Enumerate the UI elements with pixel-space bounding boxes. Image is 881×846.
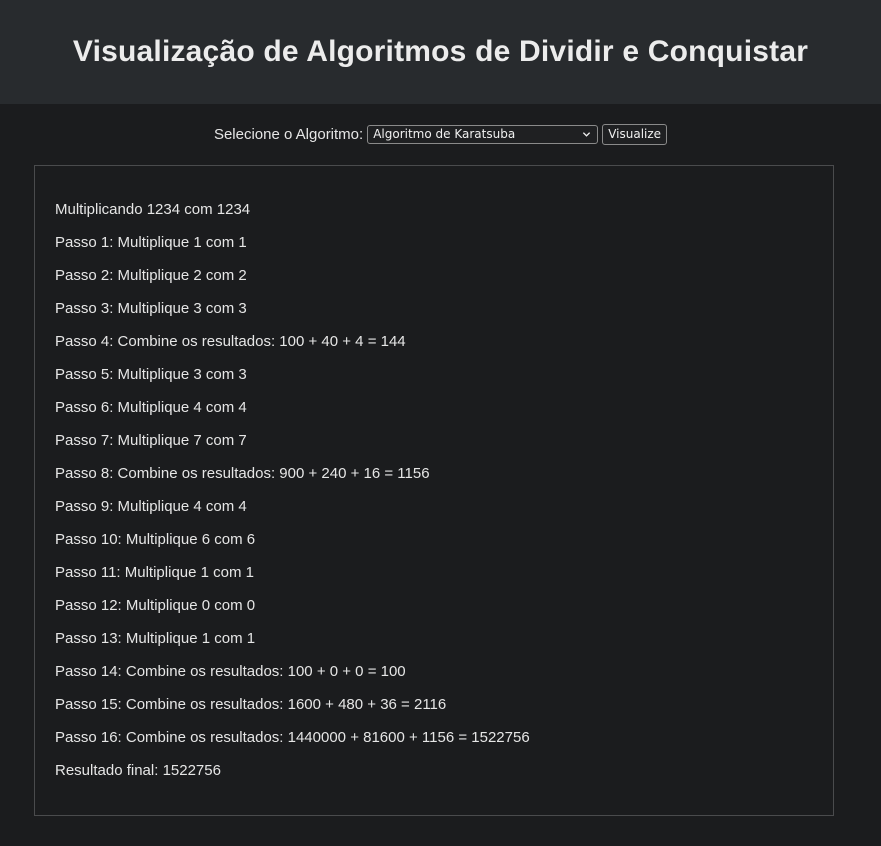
output-panel: Multiplicando 1234 com 1234 Passo 1: Mul…	[34, 165, 834, 816]
final-result: Resultado final: 1522756	[55, 762, 221, 779]
page-header: Visualização de Algoritmos de Dividir e …	[0, 0, 881, 104]
output-line: Passo 12: Multiplique 0 com 0	[55, 597, 256, 614]
algorithm-controls: Selecione o Algoritmo: Algoritmo de Kara…	[0, 104, 881, 164]
algorithm-select-label: Selecione o Algoritmo:	[213, 125, 364, 143]
output-line: Passo 11: Multiplique 1 com 1	[55, 564, 254, 581]
output-line: Passo 16: Combine os resultados: 1440000…	[55, 729, 530, 746]
chevron-down-icon	[583, 131, 591, 137]
algorithm-select-value: Algoritmo de Karatsuba	[373, 127, 516, 141]
output-line: Passo 1: Multiplique 1 com 1	[55, 234, 247, 251]
output-line: Passo 8: Combine os resultados: 900 + 24…	[55, 465, 430, 482]
output-line: Passo 3: Multiplique 3 com 3	[55, 300, 247, 317]
page-title: Visualização de Algoritmos de Dividir e …	[72, 35, 809, 68]
output-line: Passo 15: Combine os resultados: 1600 + …	[55, 696, 447, 713]
output-line: Passo 10: Multiplique 6 com 6	[55, 531, 256, 548]
algorithm-select[interactable]: Algoritmo de Karatsuba	[367, 124, 599, 144]
output-line: Passo 6: Multiplique 4 com 4	[55, 399, 247, 416]
visualize-button[interactable]: Visualize	[602, 123, 668, 145]
output-line: Passo 4: Combine os resultados: 100 + 40…	[55, 333, 406, 350]
output-line: Passo 9: Multiplique 4 com 4	[55, 498, 247, 515]
output-line: Passo 5: Multiplique 3 com 3	[55, 366, 247, 383]
output-line: Passo 7: Multiplique 7 com 7	[55, 432, 247, 449]
output-line: Passo 14: Combine os resultados: 100 + 0…	[55, 663, 406, 680]
output-line: Multiplicando 1234 com 1234	[55, 201, 251, 218]
output-line: Passo 13: Multiplique 1 com 1	[55, 630, 256, 647]
output-line: Passo 2: Multiplique 2 com 2	[55, 267, 247, 284]
